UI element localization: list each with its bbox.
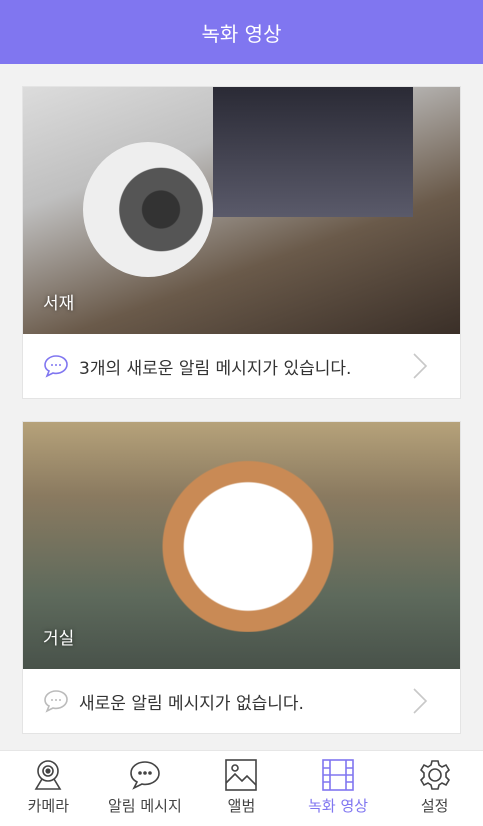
notification-text: 3개의 새로운 알림 메시지가 있습니다. — [79, 358, 352, 379]
chevron-right-icon[interactable] — [412, 352, 428, 380]
bottom-tab-bar: 카메라 알림 메시지 앨범 녹화 영상 설정 — [0, 750, 483, 826]
chat-icon — [44, 690, 68, 713]
camera-thumbnail[interactable]: 거실 — [23, 422, 460, 669]
page-title: 녹화 영상 — [201, 21, 282, 46]
notification-row[interactable]: 새로운 알림 메시지가 없습니다. — [23, 669, 460, 733]
tab-album[interactable]: 앨범 — [193, 751, 290, 826]
room-label: 거실 — [43, 629, 75, 649]
camera-thumbnail[interactable]: 서재 — [23, 87, 460, 334]
gear-icon — [419, 760, 450, 790]
camera-card-living-room[interactable]: 거실 새로운 알림 메시지가 없습니다. — [22, 421, 461, 734]
tab-settings[interactable]: 설정 — [386, 751, 483, 826]
notification-row[interactable]: 3개의 새로운 알림 메시지가 있습니다. — [23, 334, 460, 398]
image-icon — [225, 759, 258, 791]
app-header: 녹화 영상 — [0, 0, 483, 64]
chat-icon — [130, 761, 160, 790]
film-icon — [322, 759, 354, 791]
tab-notifications[interactable]: 알림 메시지 — [97, 751, 194, 826]
tab-camera[interactable]: 카메라 — [0, 751, 97, 826]
room-label: 서재 — [43, 294, 75, 314]
tab-recordings[interactable]: 녹화 영상 — [290, 751, 387, 826]
chat-icon — [44, 355, 68, 378]
chevron-right-icon[interactable] — [412, 687, 428, 715]
notification-text: 새로운 알림 메시지가 없습니다. — [79, 693, 304, 714]
webcam-icon — [34, 760, 62, 790]
camera-card-study[interactable]: 서재 3개의 새로운 알림 메시지가 있습니다. — [22, 86, 461, 399]
